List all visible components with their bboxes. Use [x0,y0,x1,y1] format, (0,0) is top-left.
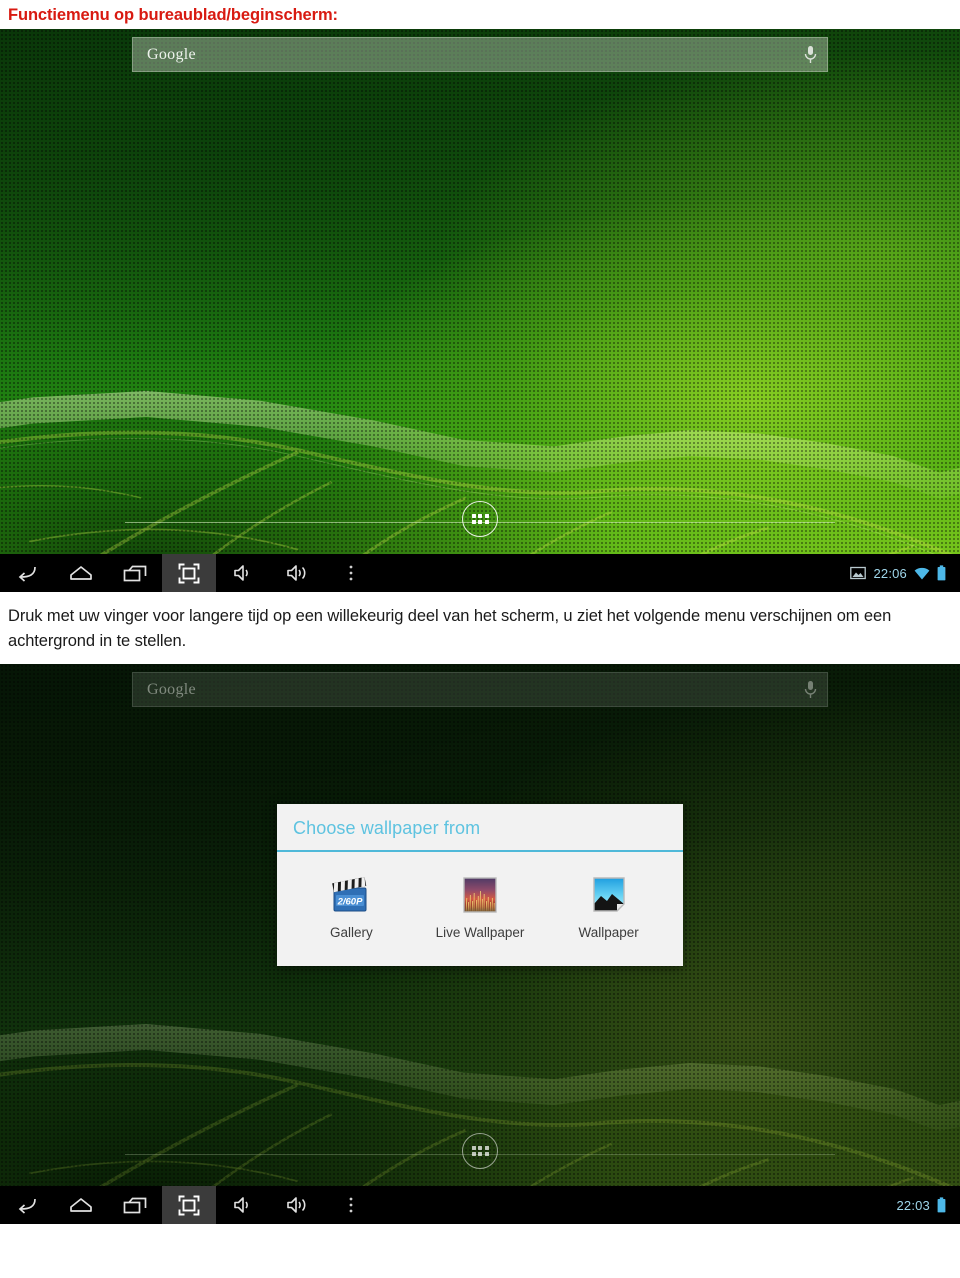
google-search-widget-dimmed[interactable]: Google [132,672,828,707]
overflow-menu-button[interactable] [324,1186,378,1224]
live-wallpaper-icon [463,877,497,913]
page-title: Functiemenu op bureaublad/beginscherm: [8,6,338,24]
choose-wallpaper-dialog: Choose wallpaper from 2/60P Gallery Live… [277,804,683,966]
screenshot-icon [178,1195,200,1215]
back-button[interactable] [0,554,54,592]
option-wallpaper[interactable]: Wallpaper [553,874,665,940]
apps-grid-icon [471,1145,489,1157]
app-drawer-button[interactable] [462,1133,498,1170]
gallery-clapperboard-icon: 2/60P [332,877,367,912]
google-search-widget[interactable]: Google [132,37,828,72]
recents-icon [123,565,147,581]
gallery-badge-text: 2/60P [337,897,363,908]
microphone-icon[interactable] [804,680,817,700]
home-button[interactable] [54,1186,108,1224]
dialog-options-row: 2/60P Gallery Live Wallpaper Wallpaper [277,852,683,966]
more-vertical-icon [349,1197,353,1213]
option-label: Wallpaper [578,925,639,940]
battery-full-icon [937,565,946,581]
option-label: Live Wallpaper [435,925,525,940]
volume-up-button[interactable] [270,554,324,592]
home-icon [70,566,92,580]
recents-button[interactable] [108,1186,162,1224]
volume-up-icon [287,565,306,581]
volume-up-icon [287,1197,306,1213]
status-bar: 22:06 [850,565,960,581]
navigation-bar: 22:03 [0,1186,960,1224]
home-icon [70,1198,92,1212]
screenshot-button[interactable] [162,554,216,592]
option-label: Gallery [329,925,373,940]
google-brand-label: Google [147,45,196,63]
volume-down-button[interactable] [216,554,270,592]
navigation-bar: 22:06 [0,554,960,592]
option-live-wallpaper[interactable]: Live Wallpaper [424,874,536,940]
battery-full-icon [937,1197,946,1213]
volume-up-button[interactable] [270,1186,324,1224]
instruction-paragraph: Druk met uw vinger voor langere tijd op … [8,607,892,650]
status-time: 22:06 [873,565,907,581]
dialog-title: Choose wallpaper from [277,804,683,852]
microphone-icon[interactable] [804,45,817,65]
screenshot-home-screen: Google 22:06 [0,29,960,592]
back-arrow-icon [18,1198,36,1214]
screenshot-icon [178,563,200,583]
volume-down-icon [234,565,248,581]
image-icon [850,566,867,580]
wifi-icon [914,567,930,579]
screenshot-wallpaper-chooser: Google Choose wallpaper from 2/60P Galle… [0,664,960,1224]
volume-down-icon [234,1197,248,1213]
option-gallery[interactable]: 2/60P Gallery [295,874,407,940]
app-drawer-button[interactable] [462,500,498,537]
status-bar: 22:03 [896,1197,960,1213]
back-button[interactable] [0,1186,54,1224]
overflow-menu-button[interactable] [324,554,378,592]
recents-button[interactable] [108,554,162,592]
back-arrow-icon [18,566,36,582]
google-brand-label: Google [147,680,196,698]
recents-icon [123,1197,147,1213]
wallpaper-photo-icon [592,877,625,912]
screenshot-button[interactable] [162,1186,216,1224]
status-time: 22:03 [896,1197,930,1213]
home-button[interactable] [54,554,108,592]
more-vertical-icon [349,565,353,581]
volume-down-button[interactable] [216,1186,270,1224]
apps-grid-icon [471,513,489,525]
